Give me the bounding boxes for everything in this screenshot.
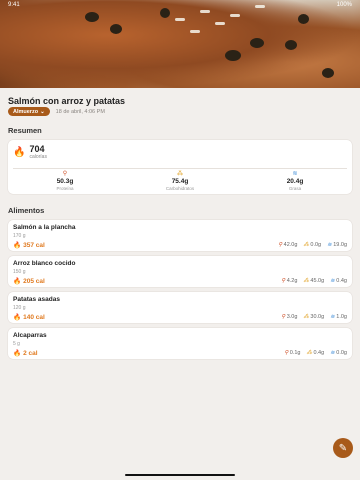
protein-value: 4.2g — [286, 278, 298, 284]
drumstick-icon: ⚲ — [281, 314, 286, 320]
food-item[interactable]: Arroz blanco cocido 150 g 🔥 205 cal ⚲ 4.2g… — [8, 256, 352, 287]
food-name: Alcaparras — [13, 332, 47, 339]
summary-heading: Resumen — [8, 126, 42, 135]
status-battery: 100% — [336, 2, 352, 8]
divider — [13, 168, 347, 169]
pencil-icon: ✎ — [338, 442, 348, 454]
food-name: Salmón a la plancha — [13, 224, 76, 231]
fat-value: 0.4g — [336, 278, 347, 284]
drop-icon: ≋ — [330, 278, 335, 284]
food-calories: 🔥 357 cal — [13, 241, 45, 250]
foods-heading: Alimentos — [8, 206, 45, 215]
calories-summary: 🔥 704 calorías — [13, 144, 47, 161]
summary-card: 🔥 704 calorías ⚲ 50.3g Proteína ⁂ 75.4g … — [8, 140, 352, 194]
food-calories-value: 205 cal — [23, 277, 45, 285]
carbs-value: 0.4g — [313, 350, 325, 356]
calories-value: 704 — [29, 144, 45, 154]
wheat-icon: ⁂ — [303, 278, 309, 284]
drop-icon: ≋ — [330, 350, 335, 356]
carbs-label: Carbohidratos — [165, 186, 195, 191]
food-quantity: 150 g — [13, 268, 26, 275]
wheat-icon: ⁂ — [303, 314, 309, 320]
food-photo: 9:41 100% — [0, 0, 360, 88]
food-item[interactable]: Patatas asadas 120 g 🔥 140 cal ⚲ 3.0g ⁂ 30.… — [8, 292, 352, 323]
flame-icon: 🔥 — [13, 350, 22, 357]
protein-value: 50.3g — [56, 178, 74, 185]
food-quantity: 5 g — [13, 340, 20, 347]
food-item[interactable]: Alcaparras 5 g 🔥 2 cal ⚲ 0.1g ⁂ 0.4g ≋ 0.0g — [8, 328, 352, 359]
drop-icon: ≋ — [330, 314, 335, 320]
carbs-summary: ⁂ 75.4g Carbohidratos — [123, 170, 237, 192]
carbs-value: 75.4g — [171, 178, 189, 185]
flame-icon: 🔥 — [13, 242, 22, 249]
protein-summary: ⚲ 50.3g Proteína — [8, 170, 122, 192]
food-calories-value: 2 cal — [23, 349, 38, 357]
fat-label: Grasa — [288, 186, 302, 191]
food-macros: ⚲ 0.1g ⁂ 0.4g ≋ 0.0g — [284, 350, 347, 356]
drumstick-icon: ⚲ — [62, 171, 68, 177]
flame-icon: 🔥 — [13, 314, 22, 321]
carbs-value: 45.0g — [310, 278, 325, 284]
wheat-icon: ⁂ — [177, 171, 183, 177]
fat-value: 19.0g — [333, 242, 347, 248]
carbs-value: 0.0g — [310, 242, 322, 248]
food-quantity: 170 g — [13, 232, 26, 239]
edit-button[interactable]: ✎ — [333, 438, 353, 458]
drop-icon: ≋ — [327, 242, 332, 248]
food-calories: 🔥 2 cal — [13, 349, 38, 358]
fat-value: 20.4g — [286, 178, 304, 185]
meal-row: Almuerzo ⌄ 18 de abril, 4:06 PM — [8, 107, 105, 116]
drumstick-icon: ⚲ — [278, 242, 283, 248]
food-macros: ⚲ 4.2g ⁂ 45.0g ≋ 0.4g — [281, 278, 347, 284]
food-calories-value: 140 cal — [23, 313, 45, 321]
fat-value: 1.0g — [336, 314, 347, 320]
food-calories: 🔥 205 cal — [13, 277, 45, 286]
chevron-down-icon: ⌄ — [40, 108, 45, 115]
home-indicator — [125, 474, 235, 476]
meal-date: 18 de abril, 4:06 PM — [55, 108, 105, 115]
drumstick-icon: ⚲ — [281, 278, 286, 284]
food-quantity: 120 g — [13, 304, 26, 311]
wheat-icon: ⁂ — [306, 350, 312, 356]
fat-summary: ≋ 20.4g Grasa — [238, 170, 352, 192]
status-time: 9:41 — [8, 2, 20, 8]
protein-label: Proteína — [56, 186, 74, 191]
protein-value: 42.0g — [283, 242, 298, 248]
food-item[interactable]: Salmón a la plancha 170 g 🔥 357 cal ⚲ 42.0… — [8, 220, 352, 251]
food-macros: ⚲ 3.0g ⁂ 30.0g ≋ 1.0g — [281, 314, 347, 320]
wheat-icon: ⁂ — [303, 242, 309, 248]
fat-value: 0.0g — [336, 350, 347, 356]
drumstick-icon: ⚲ — [284, 350, 289, 356]
food-calories-value: 357 cal — [23, 241, 45, 249]
protein-value: 3.0g — [286, 314, 298, 320]
dish-title: Salmón con arroz y patatas — [8, 96, 126, 106]
food-name: Arroz blanco cocido — [13, 260, 76, 267]
flame-icon: 🔥 — [13, 146, 26, 158]
meal-type-label: Almuerzo — [13, 108, 39, 115]
drop-icon: ≋ — [292, 171, 298, 177]
calories-label: calorías — [29, 154, 47, 160]
protein-value: 0.1g — [289, 350, 301, 356]
food-macros: ⚲ 42.0g ⁂ 0.0g ≋ 19.0g — [278, 242, 347, 248]
food-name: Patatas asadas — [13, 296, 60, 303]
carbs-value: 30.0g — [310, 314, 325, 320]
flame-icon: 🔥 — [13, 278, 22, 285]
meal-type-dropdown[interactable]: Almuerzo ⌄ — [8, 107, 50, 116]
food-calories: 🔥 140 cal — [13, 313, 45, 322]
